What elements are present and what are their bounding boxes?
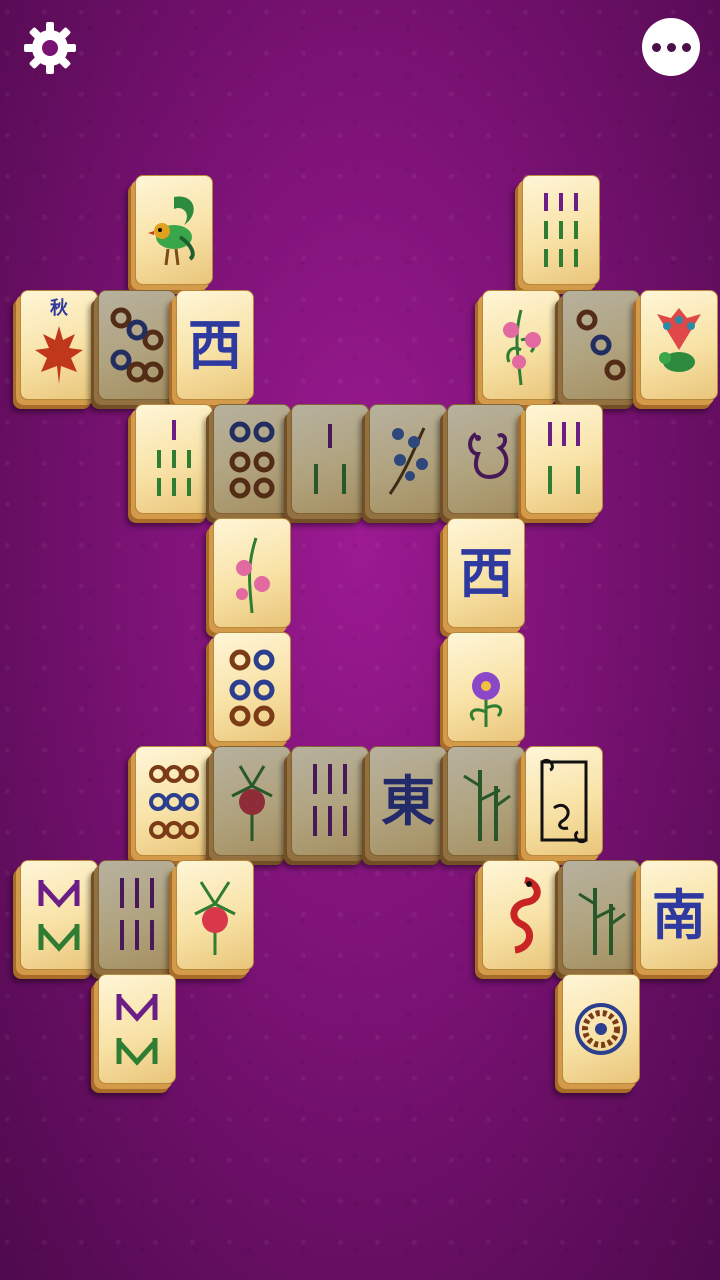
- settings-button[interactable]: [20, 18, 80, 78]
- tile-circles-6[interactable]: [213, 404, 291, 514]
- tile-autumn[interactable]: 秋: [20, 290, 98, 400]
- tile-peacock[interactable]: [640, 290, 718, 400]
- bamboo-6-icon: [120, 878, 154, 950]
- tile-bamboo-plant[interactable]: [447, 746, 525, 856]
- tile-circles-5[interactable]: [98, 290, 176, 400]
- white-dragon-frame-icon: [540, 758, 588, 844]
- tile-bamboo-9[interactable]: [522, 175, 600, 285]
- autumn-label: 秋: [50, 298, 68, 319]
- bamboo-plant-icon: [463, 770, 511, 841]
- maple-leaf-icon: [35, 326, 83, 384]
- tile-bamboo-4[interactable]: [20, 860, 98, 970]
- south-wind-glyph: 南: [652, 883, 706, 947]
- east-wind-glyph: 東: [381, 769, 435, 833]
- peony-icon: [194, 881, 236, 955]
- tile-bird[interactable]: [135, 175, 213, 285]
- bamboo-6-icon: [313, 764, 347, 836]
- circle-1-icon: [575, 1003, 627, 1055]
- gear-icon: [24, 22, 76, 74]
- tile-peony-2[interactable]: [176, 860, 254, 970]
- tile-peony[interactable]: [213, 746, 291, 856]
- tile-swan[interactable]: [447, 404, 525, 514]
- circles-3-icon: [576, 309, 626, 381]
- bamboo-9-icon: [544, 193, 578, 267]
- tile-bamboo-6[interactable]: [291, 746, 369, 856]
- peacock-icon: [657, 308, 701, 372]
- circles-9-icon: [149, 765, 199, 839]
- more-dots-icon: [651, 42, 691, 52]
- tile-circles-9[interactable]: [135, 746, 213, 856]
- west-wind-glyph: 西: [459, 541, 513, 605]
- tile-chrysanthemum[interactable]: [447, 632, 525, 742]
- swan-icon: [468, 432, 509, 479]
- orchid-flower-icon: [236, 537, 270, 614]
- tile-orchid-2[interactable]: [213, 518, 291, 628]
- more-menu-button[interactable]: [642, 18, 700, 76]
- bamboo-7-icon: [157, 420, 191, 496]
- bamboo-5-icon: [548, 422, 580, 494]
- circles-5-icon: [110, 307, 164, 383]
- bamboo-4-icon: [38, 880, 80, 952]
- peony-icon: [231, 765, 273, 841]
- tile-east-wind[interactable]: 東: [369, 746, 447, 856]
- bamboo-3-icon: [314, 424, 346, 494]
- tile-bamboo-6b[interactable]: [98, 860, 176, 970]
- dragon-icon: [510, 876, 541, 954]
- tile-south-wind[interactable]: 南: [640, 860, 718, 970]
- tile-circle-1[interactable]: [562, 974, 640, 1084]
- orchid-flower-icon: [503, 309, 541, 386]
- tile-west-wind[interactable]: 西: [176, 290, 254, 400]
- tile-plum-branch[interactable]: [369, 404, 447, 514]
- circles-6-icon: [229, 649, 275, 727]
- circles-6-icon: [229, 421, 275, 499]
- tile-bamboo-plant-2[interactable]: [562, 860, 640, 970]
- bird-icon: [148, 196, 195, 266]
- chrysanthemum-icon: [469, 672, 503, 727]
- tile-red-dragon[interactable]: [482, 860, 560, 970]
- tile-bamboo-5[interactable]: [525, 404, 603, 514]
- tile-circles-3[interactable]: [562, 290, 640, 400]
- tile-bamboo-4b[interactable]: [98, 974, 176, 1084]
- tile-orchid[interactable]: [482, 290, 560, 400]
- west-wind-glyph: 西: [188, 313, 242, 377]
- flower-branch-icon: [388, 427, 428, 495]
- tile-circles-6b[interactable]: [213, 632, 291, 742]
- tile-west-wind-2[interactable]: 西: [447, 518, 525, 628]
- bamboo-plant-icon: [578, 888, 626, 955]
- tile-bamboo-7[interactable]: [135, 404, 213, 514]
- bamboo-4-icon: [116, 994, 158, 1066]
- tile-bamboo-3[interactable]: [291, 404, 369, 514]
- tile-white-dragon[interactable]: [525, 746, 603, 856]
- felt-background: [0, 0, 720, 1280]
